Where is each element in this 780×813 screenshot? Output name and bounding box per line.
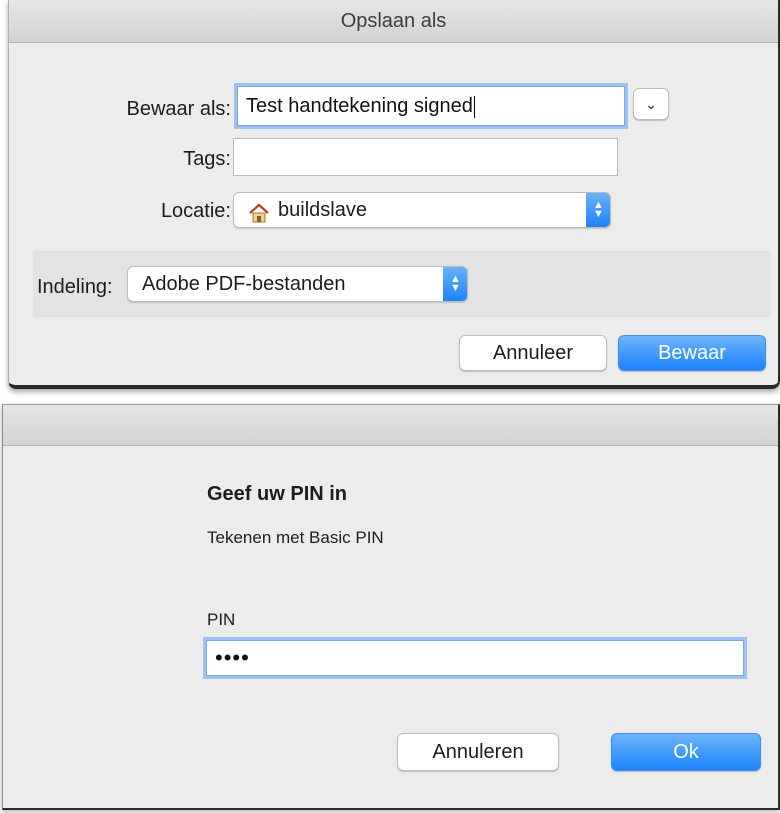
chevron-down-icon: ⌄	[645, 96, 657, 112]
save-as-dialog: Opslaan als Bewaar als: Test handtekenin…	[8, 0, 780, 389]
text-caret	[473, 95, 475, 118]
cancel-button[interactable]: Annuleren	[397, 733, 559, 771]
save-as-label: Bewaar als:	[126, 98, 232, 120]
pin-value: ••••	[215, 645, 250, 670]
home-folder-icon	[248, 200, 270, 223]
cancel-button[interactable]: Annuleer	[459, 335, 607, 371]
location-value: buildslave	[278, 199, 367, 221]
pin-dialog: Geef uw PIN in Tekenen met Basic PIN PIN…	[2, 404, 780, 810]
save-as-value: Test handtekening signed	[246, 95, 473, 117]
tags-field[interactable]	[233, 138, 618, 176]
format-panel: Indeling: Adobe PDF-bestanden ▲ ▼	[33, 251, 771, 317]
save-button[interactable]: Bewaar	[618, 335, 766, 371]
pin-label: PIN	[207, 610, 236, 629]
pin-subtitle: Tekenen met Basic PIN	[207, 528, 384, 547]
expand-dialog-button[interactable]: ⌄	[633, 88, 669, 120]
ok-button[interactable]: Ok	[611, 733, 761, 771]
format-label: Indeling:	[37, 276, 113, 298]
format-popup[interactable]: Adobe PDF-bestanden ▲ ▼	[127, 266, 468, 302]
save-as-field[interactable]: Test handtekening signed	[237, 86, 625, 126]
location-label: Locatie:	[160, 200, 231, 222]
pin-input[interactable]: ••••	[206, 640, 744, 676]
pin-dialog-titlebar	[3, 405, 778, 446]
location-popup[interactable]: buildslave ▲ ▼	[233, 192, 611, 228]
save-dialog-title: Opslaan als	[9, 0, 778, 43]
pin-heading: Geef uw PIN in	[207, 483, 348, 505]
format-value: Adobe PDF-bestanden	[142, 273, 346, 295]
tags-label: Tags:	[183, 148, 231, 170]
updown-stepper-icon: ▲ ▼	[443, 267, 467, 301]
updown-stepper-icon: ▲ ▼	[586, 193, 610, 227]
